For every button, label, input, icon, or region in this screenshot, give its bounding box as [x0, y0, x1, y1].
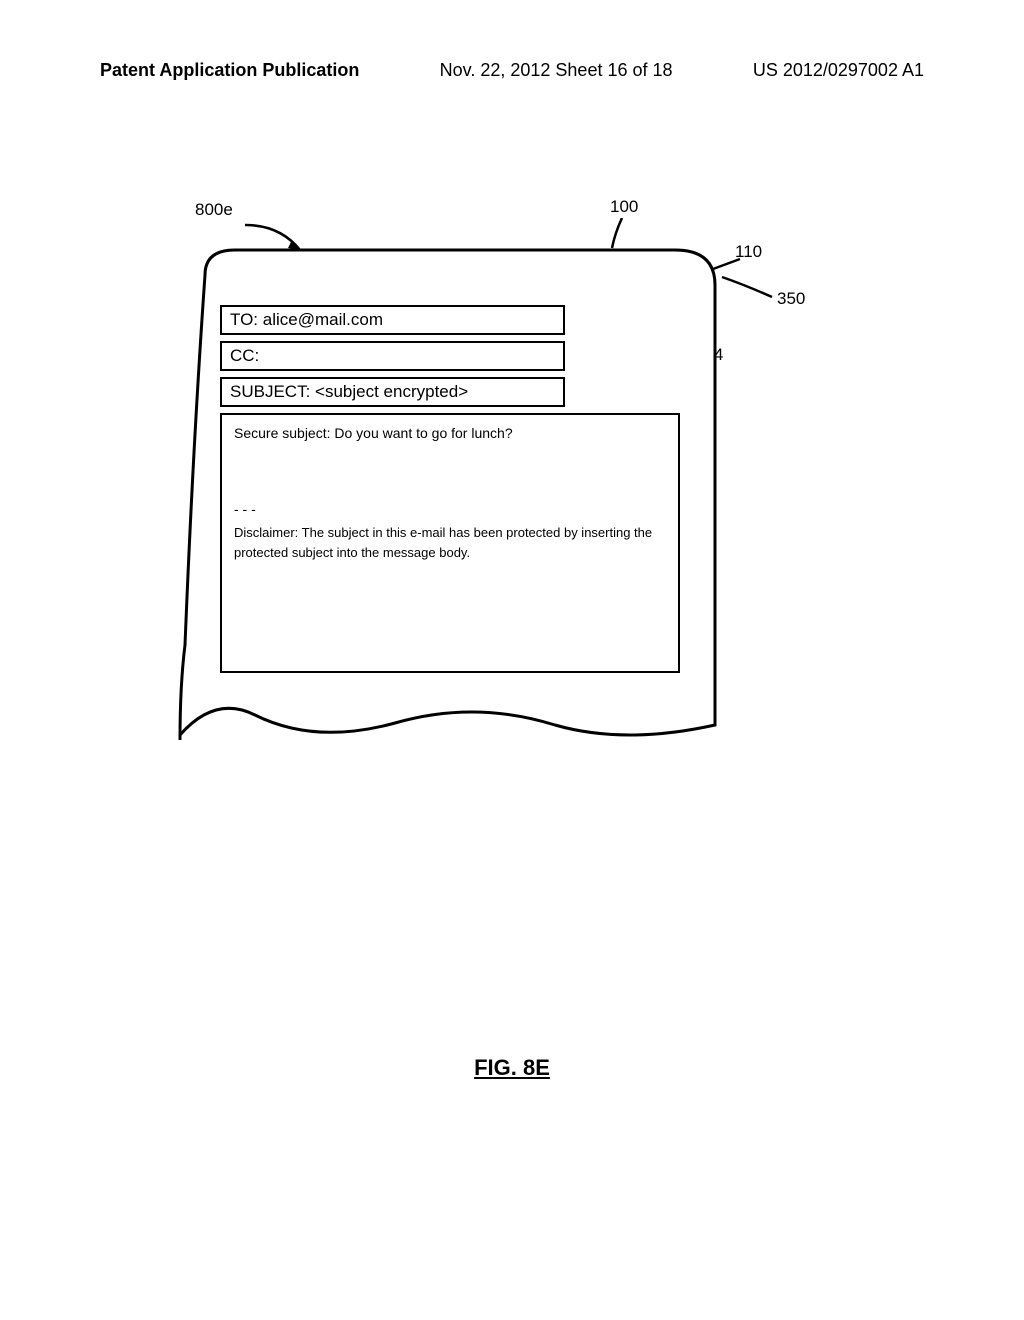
disclaimer-text: Disclaimer: The subject in this e-mail h… [234, 523, 666, 562]
message-body: Secure subject: Do you want to go for lu… [220, 413, 680, 673]
to-field: TO: alice@mail.com [220, 305, 565, 335]
figure-caption: FIG. 8E [0, 1055, 1024, 1081]
header-date-sheet: Nov. 22, 2012 Sheet 16 of 18 [440, 60, 673, 81]
subject-label: SUBJECT: [230, 382, 310, 401]
cc-label: CC: [230, 346, 259, 365]
figure-area: 800e 100 110 350 810 820 352 } 830e 354 [165, 215, 785, 795]
subject-field: SUBJECT: <subject encrypted> [220, 377, 565, 407]
cc-field: CC: [220, 341, 565, 371]
device-frame: TO: alice@mail.com CC: SUBJECT: <subject… [175, 245, 735, 775]
separator-dashes: - - - [234, 501, 666, 517]
to-value: alice@mail.com [263, 310, 383, 329]
header-publication-number: US 2012/0297002 A1 [753, 60, 924, 81]
callout-100: 100 [610, 197, 638, 217]
callout-800e: 800e [195, 200, 233, 220]
secure-subject-line: Secure subject: Do you want to go for lu… [234, 425, 666, 441]
header-publication-type: Patent Application Publication [100, 60, 359, 81]
email-compose-area: TO: alice@mail.com CC: SUBJECT: <subject… [220, 305, 700, 673]
to-label: TO: [230, 310, 258, 329]
callout-350: 350 [777, 289, 805, 309]
subject-value: <subject encrypted> [315, 382, 468, 401]
page-header: Patent Application Publication Nov. 22, … [0, 60, 1024, 81]
